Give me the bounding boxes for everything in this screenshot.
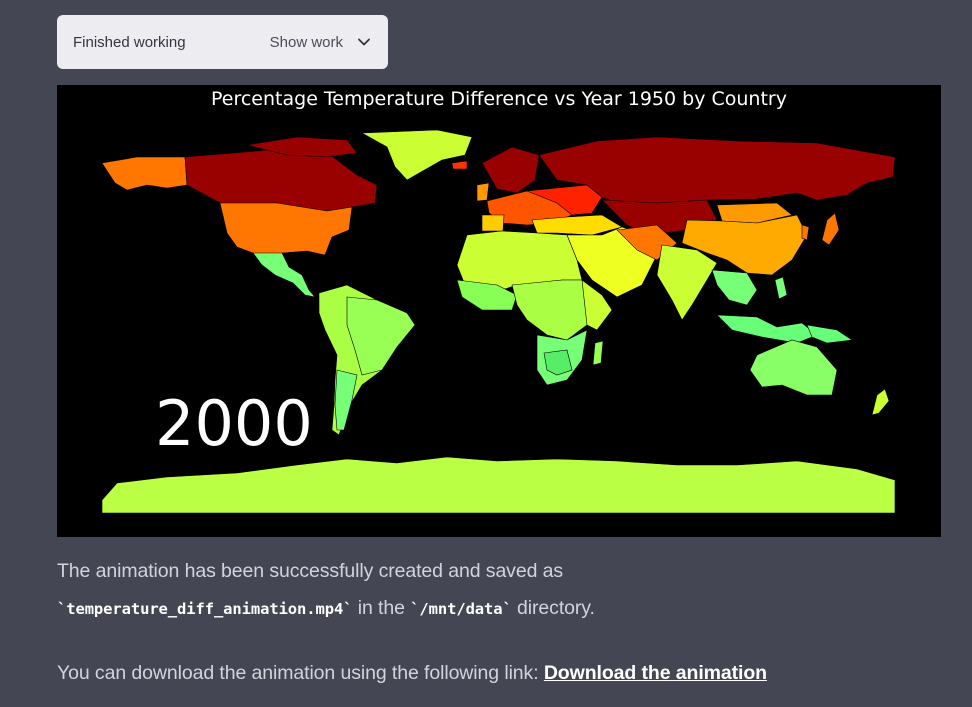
directory-code: `/mnt/data` — [410, 600, 512, 618]
iberia — [481, 214, 505, 232]
status-label: Finished working — [73, 33, 186, 51]
filename-code: `temperature_diff_animation.mp4` — [57, 600, 353, 618]
response-text-3: You can download the animation using the… — [57, 662, 544, 684]
year-label: 2000 — [155, 387, 313, 460]
animation-frame: Percentage Temperature Difference vs Yea… — [57, 85, 941, 537]
uk — [476, 182, 490, 202]
response-text-end: directory. — [511, 597, 595, 619]
chevron-down-icon[interactable] — [357, 35, 371, 49]
response-line-1: The animation has been successfully crea… — [57, 560, 957, 583]
show-work-button[interactable]: Show work — [270, 34, 343, 51]
response-line-2: `temperature_diff_animation.mp4` in the … — [57, 597, 957, 620]
work-status-pill[interactable]: Finished working Show work — [57, 15, 388, 69]
response-text-1: The animation has been successfully crea… — [57, 560, 564, 582]
figure-title: Percentage Temperature Difference vs Yea… — [211, 88, 787, 110]
response-line-3: You can download the animation using the… — [57, 662, 957, 685]
response-text-mid: in the — [352, 597, 411, 619]
world-map: Percentage Temperature Difference vs Yea… — [57, 85, 941, 537]
download-animation-link[interactable]: Download the animation — [544, 662, 767, 684]
